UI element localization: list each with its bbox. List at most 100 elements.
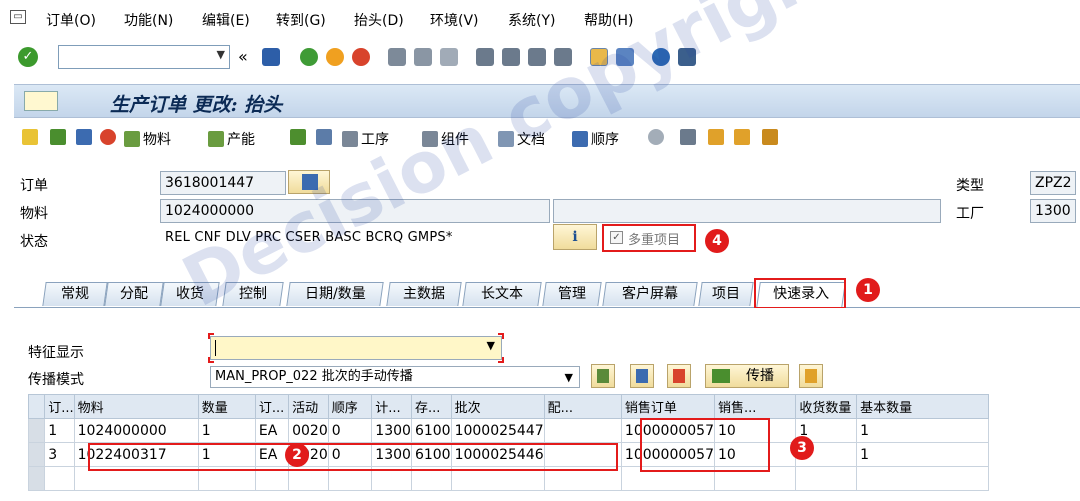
propagation-dropdown-icon[interactable]: ▼ [565, 368, 573, 388]
doc-delete-button[interactable] [667, 364, 691, 388]
cell-quantity[interactable]: 1 [197, 418, 256, 443]
col-header-gr-quantity[interactable]: 收货数量 [795, 394, 858, 419]
empty-cell[interactable] [327, 466, 373, 491]
cell-plant[interactable]: 1300 [371, 442, 412, 467]
back-icon[interactable] [300, 48, 318, 66]
propagation-mode-select[interactable]: MAN_PROP_022 批次的手动传播 ▼ [210, 366, 580, 388]
empty-cell[interactable] [44, 466, 75, 491]
cell-sales-order[interactable]: 1000000057 [620, 442, 715, 467]
grid-layout-icon[interactable] [734, 129, 750, 145]
cell-config[interactable] [543, 418, 622, 443]
col-header-base-quantity[interactable]: 基本数量 [856, 394, 990, 419]
menu-edit[interactable]: 编辑(E) [202, 10, 250, 30]
cell-material[interactable]: 1024000000 [73, 418, 199, 443]
table-row-empty[interactable] [27, 466, 1080, 491]
cost-icon[interactable] [100, 129, 116, 145]
empty-cell[interactable] [410, 466, 452, 491]
command-field[interactable]: ▼ [58, 45, 230, 69]
doc-arrow-button[interactable] [591, 364, 615, 388]
row-selector[interactable] [27, 466, 46, 491]
tab-assignment[interactable]: 分配 [104, 282, 164, 306]
table-row[interactable]: 3 1022400317 1 EA 0020 0 1300 6100 10000… [27, 442, 1080, 467]
col-header-order-item[interactable]: 订... [44, 394, 75, 419]
cell-activity[interactable]: 0020 [288, 418, 329, 443]
tab-administration[interactable]: 管理 [542, 282, 602, 306]
cell-sequence[interactable]: 0 [327, 442, 373, 467]
hierarchy-icon[interactable] [290, 129, 306, 145]
menu-goto[interactable]: 转到(G) [276, 10, 326, 30]
menu-order[interactable]: 订单(O) [46, 10, 96, 30]
empty-cell[interactable] [288, 466, 329, 491]
cell-batch[interactable]: 1000025447 [450, 418, 545, 443]
tab-items[interactable]: 项目 [698, 282, 754, 306]
cell-order-unit[interactable]: EA [254, 418, 290, 443]
empty-cell[interactable] [856, 466, 990, 491]
tab-long-text[interactable]: 长文本 [462, 282, 542, 306]
cell-storage[interactable]: 6100 [410, 418, 452, 443]
tab-general[interactable]: 常规 [42, 282, 108, 306]
tab-quick-entry[interactable]: 快速录入 [756, 282, 846, 308]
release-icon[interactable] [50, 129, 66, 145]
feature-dropdown-icon[interactable]: ▼ [487, 339, 495, 352]
col-header-sequence[interactable]: 顺序 [327, 394, 373, 419]
tree-icon[interactable] [708, 129, 724, 145]
col-header-batch[interactable]: 批次 [450, 394, 545, 419]
menu-environment[interactable]: 环境(V) [430, 10, 479, 30]
find-next-icon[interactable] [440, 48, 458, 66]
capacity-button[interactable]: 产能 [208, 129, 255, 149]
empty-cell[interactable] [620, 466, 715, 491]
col-header-config[interactable]: 配... [543, 394, 622, 419]
print-icon[interactable] [388, 48, 406, 66]
empty-cell[interactable] [795, 466, 858, 491]
system-menu-icon[interactable]: ▭ [10, 10, 26, 24]
exit-icon[interactable] [326, 48, 344, 66]
empty-cell[interactable] [713, 466, 797, 491]
cell-order-item[interactable]: 3 [44, 442, 75, 467]
table-row[interactable]: 1 1024000000 1 EA 0020 0 1300 6100 10000… [27, 418, 1080, 443]
type-field[interactable]: ZPZ2 [1030, 171, 1076, 195]
material-description-field[interactable] [553, 199, 941, 223]
empty-cell[interactable] [371, 466, 412, 491]
material-button[interactable]: 物料 [124, 129, 171, 149]
cell-base-quantity[interactable]: 1 [856, 442, 990, 467]
propagate-button[interactable]: 传播 [705, 364, 789, 388]
col-header-sales-order[interactable]: 销售订单 [620, 394, 715, 419]
cell-base-quantity[interactable]: 1 [856, 418, 990, 443]
print-preview-icon[interactable] [316, 129, 332, 145]
table-icon[interactable] [680, 129, 696, 145]
col-header-plant[interactable]: 计... [371, 394, 412, 419]
tab-dates-quantities[interactable]: 日期/数量 [286, 282, 384, 306]
tab-master-data[interactable]: 主数据 [386, 282, 462, 306]
row-selector[interactable] [27, 418, 46, 443]
empty-cell[interactable] [73, 466, 199, 491]
col-header-activity[interactable]: 活动 [288, 394, 329, 419]
empty-cell[interactable] [450, 466, 545, 491]
enter-check-icon[interactable]: ✓ [18, 47, 38, 67]
calculator-icon[interactable] [76, 129, 92, 145]
cell-material[interactable]: 1022400317 [73, 442, 199, 467]
menu-system[interactable]: 系统(Y) [508, 10, 555, 30]
cell-sales-item[interactable]: 10 [713, 442, 797, 467]
cell-sales-order[interactable]: 1000000057 [620, 418, 715, 443]
feature-display-field[interactable]: ▼ [208, 333, 504, 363]
cell-plant[interactable]: 1300 [371, 418, 412, 443]
transaction-menu-icon[interactable] [24, 91, 58, 111]
cell-batch[interactable]: 1000025446 [450, 442, 545, 467]
empty-cell[interactable] [197, 466, 256, 491]
row-selector[interactable] [27, 442, 46, 467]
empty-cell[interactable] [254, 466, 290, 491]
object-icon[interactable] [648, 129, 664, 145]
dropdown-arrow-icon[interactable]: ▼ [217, 48, 225, 61]
edit-propagation-button[interactable] [799, 364, 823, 388]
empty-cell[interactable] [543, 466, 622, 491]
cell-sales-item[interactable]: 10 [713, 418, 797, 443]
col-header-sales-item[interactable]: 销售... [713, 394, 797, 419]
cell-config[interactable] [543, 442, 622, 467]
col-header-order-unit[interactable]: 订... [254, 394, 290, 419]
flag-icon[interactable] [22, 129, 38, 145]
cancel-icon[interactable] [352, 48, 370, 66]
cell-sequence[interactable]: 0 [327, 418, 373, 443]
col-header-material[interactable]: 物料 [73, 394, 199, 419]
col-header-quantity[interactable]: 数量 [197, 394, 256, 419]
previous-page-icon[interactable] [502, 48, 520, 66]
